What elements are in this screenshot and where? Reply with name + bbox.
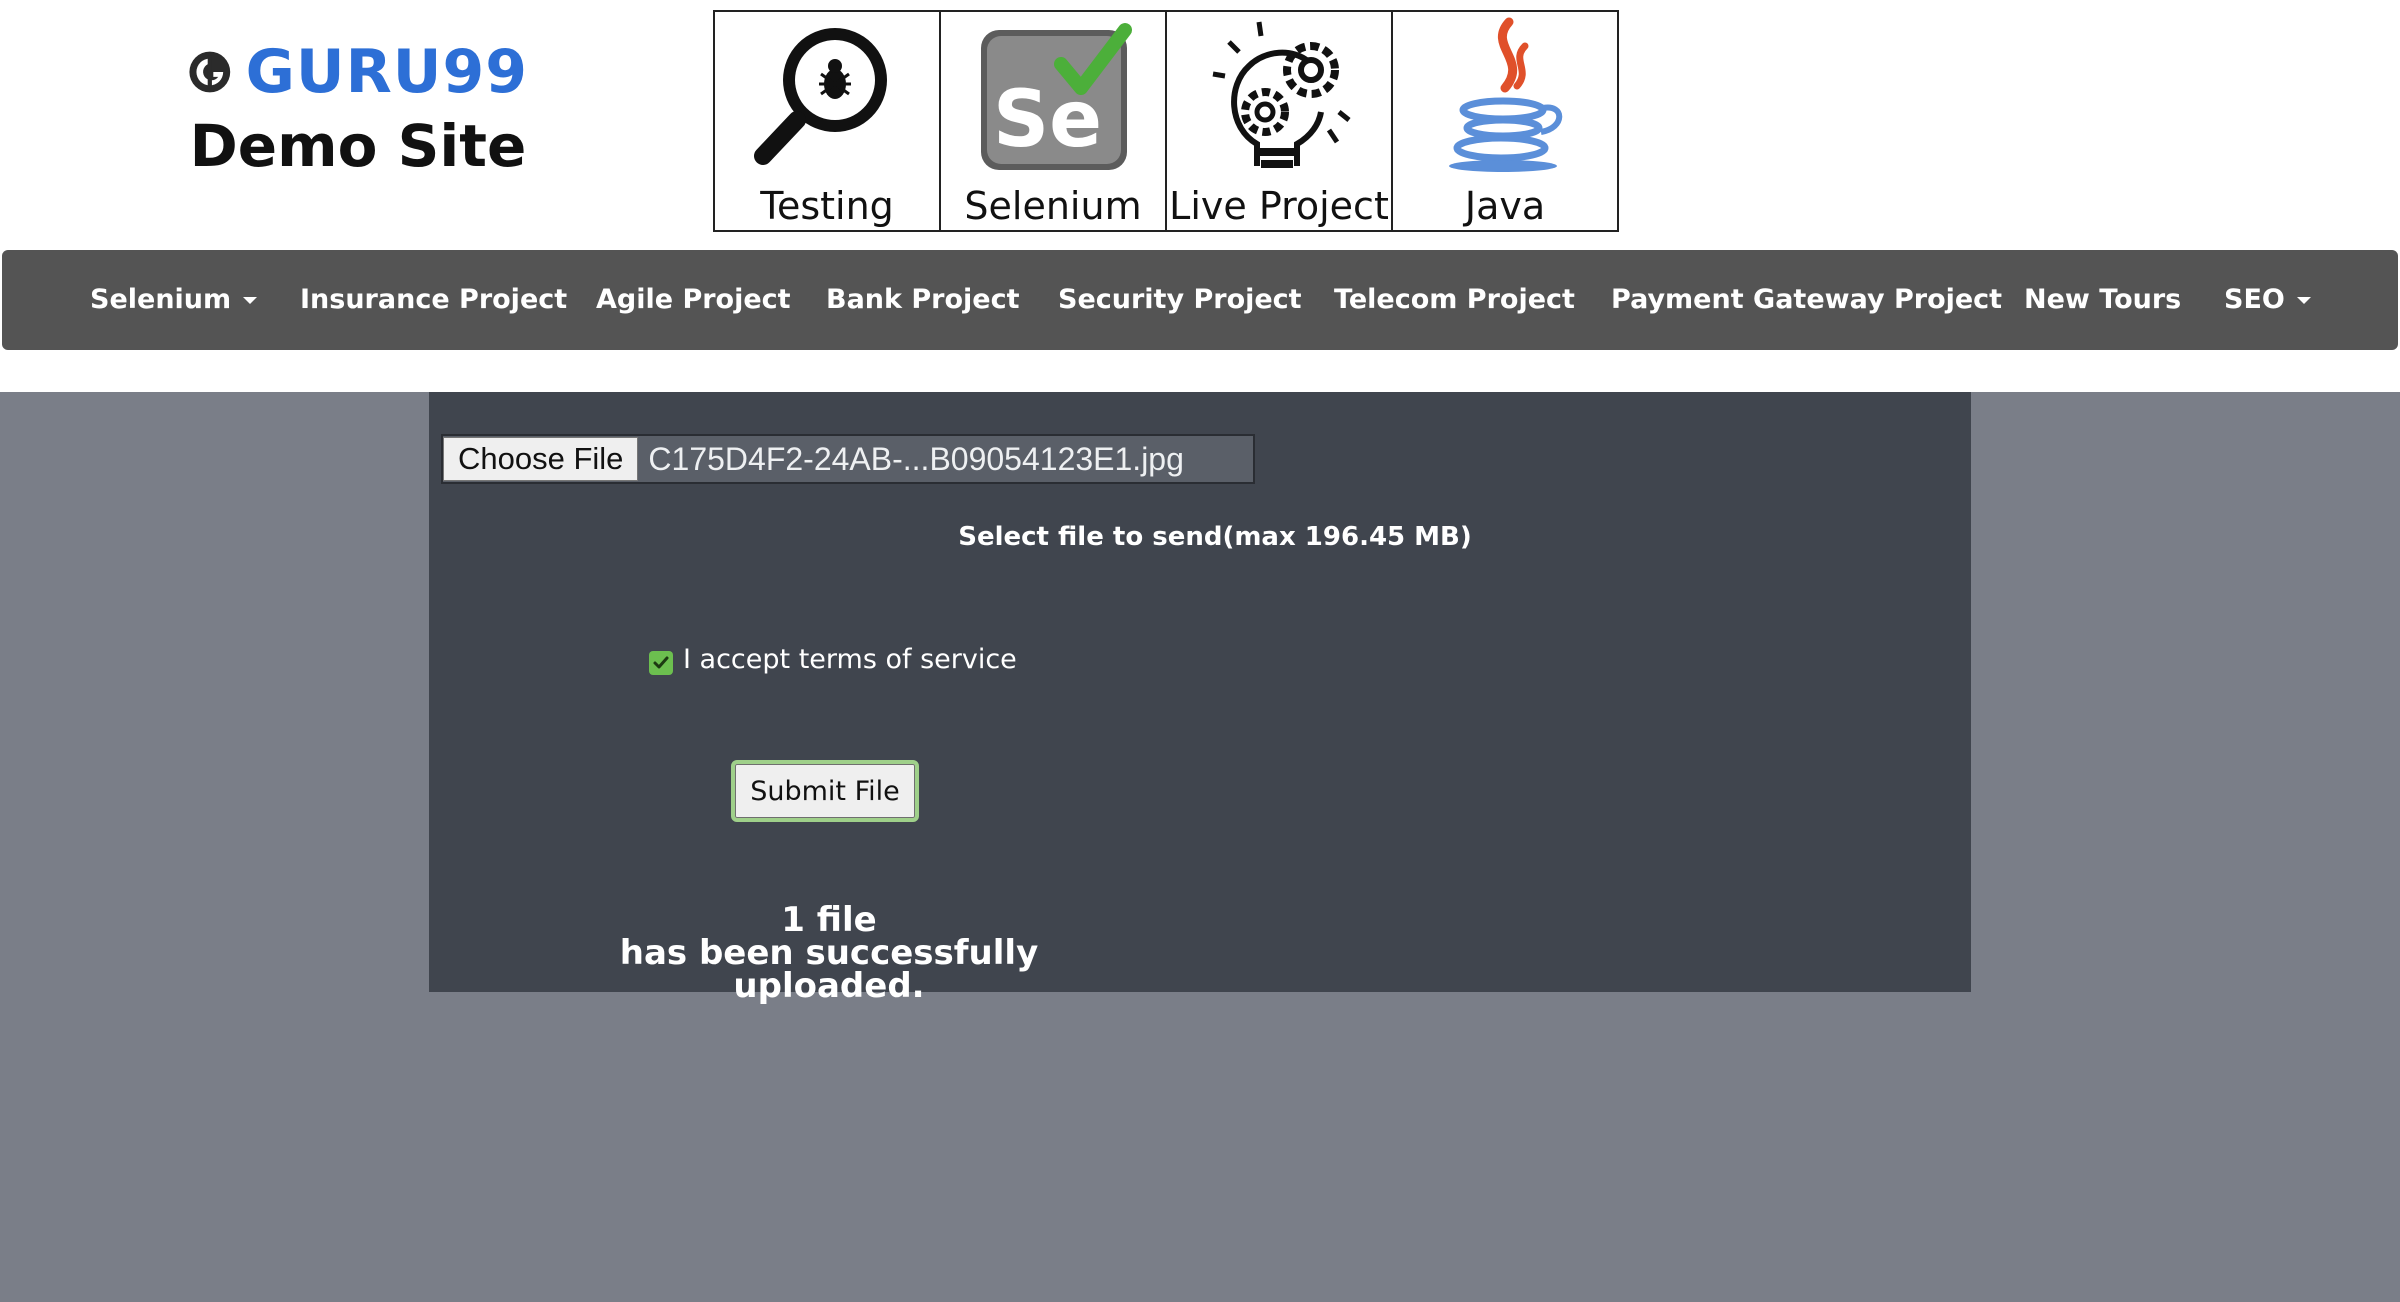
file-input[interactable]: Choose File C175D4F2-24AB-...B09054123E1… xyxy=(441,434,1255,484)
lightbulb-gears-icon xyxy=(1212,21,1351,168)
submit-file-button[interactable]: Submit File xyxy=(731,760,919,822)
nav-item-telecom-project[interactable]: Telecom Project xyxy=(1334,284,1575,315)
page: GURU99 Demo Site Testing Se Selenium Liv… xyxy=(0,0,2400,1302)
nav-item-seo[interactable]: SEO xyxy=(2224,284,2311,315)
magnifier-bug-icon xyxy=(754,28,887,165)
checkmark-icon xyxy=(653,656,669,668)
category-tiles: Testing Se Selenium Live Project Java xyxy=(713,10,1619,232)
logo-subtitle: Demo Site xyxy=(189,112,527,180)
terms-label[interactable]: I accept terms of service xyxy=(683,644,1017,675)
result-status: has been successfully uploaded. xyxy=(619,933,1039,1006)
nav-item-selenium[interactable]: Selenium xyxy=(90,284,258,315)
nav-item-agile-project[interactable]: Agile Project xyxy=(596,284,791,315)
guru99-logo-icon xyxy=(189,51,231,93)
tile-label: Testing xyxy=(760,184,894,228)
upload-panel: Choose File C175D4F2-24AB-...B09054123E1… xyxy=(429,392,1971,1003)
nav-item-new-tours[interactable]: New Tours xyxy=(2024,284,2181,315)
java-cup-icon xyxy=(1449,17,1563,172)
nav-item-insurance-project[interactable]: Insurance Project xyxy=(300,284,567,315)
logo-brand-text: GURU99 xyxy=(245,37,528,107)
tile-label: Live Project xyxy=(1169,184,1389,228)
selected-file-name: C175D4F2-24AB-...B09054123E1.jpg xyxy=(648,440,1184,477)
choose-file-button[interactable]: Choose File xyxy=(443,437,639,481)
terms-checkbox[interactable] xyxy=(649,650,673,675)
tile-label: Selenium xyxy=(964,184,1142,228)
site-logo[interactable]: GURU99 Demo Site xyxy=(188,37,528,188)
nav-item-security-project[interactable]: Security Project xyxy=(1058,284,1302,315)
tile-live-project[interactable]: Live Project xyxy=(1167,12,1393,230)
selenium-logo-icon: Se xyxy=(981,23,1132,170)
nav-item-bank-project[interactable]: Bank Project xyxy=(826,284,1020,315)
caret-down-icon xyxy=(243,297,258,304)
terms-row: I accept terms of service xyxy=(649,644,1017,675)
tile-testing[interactable]: Testing xyxy=(715,12,941,230)
select-file-instructions: Select file to send(max 196.45 MB) xyxy=(958,522,1472,552)
main-navbar: Selenium Insurance Project Agile Project… xyxy=(2,250,2398,350)
tile-selenium[interactable]: Se Selenium xyxy=(941,12,1167,230)
caret-down-icon xyxy=(2296,297,2311,304)
header: GURU99 Demo Site Testing Se Selenium Liv… xyxy=(0,0,2400,392)
nav-item-payment-gateway-project[interactable]: Payment Gateway Project xyxy=(1611,284,2002,315)
tile-label: Java xyxy=(1464,184,1546,228)
upload-result-message: 1 file has been successfully uploaded. xyxy=(539,903,1119,1006)
tile-java[interactable]: Java xyxy=(1393,12,1617,230)
nav-item-label: Selenium xyxy=(90,284,232,315)
nav-item-label: SEO xyxy=(2224,284,2285,315)
